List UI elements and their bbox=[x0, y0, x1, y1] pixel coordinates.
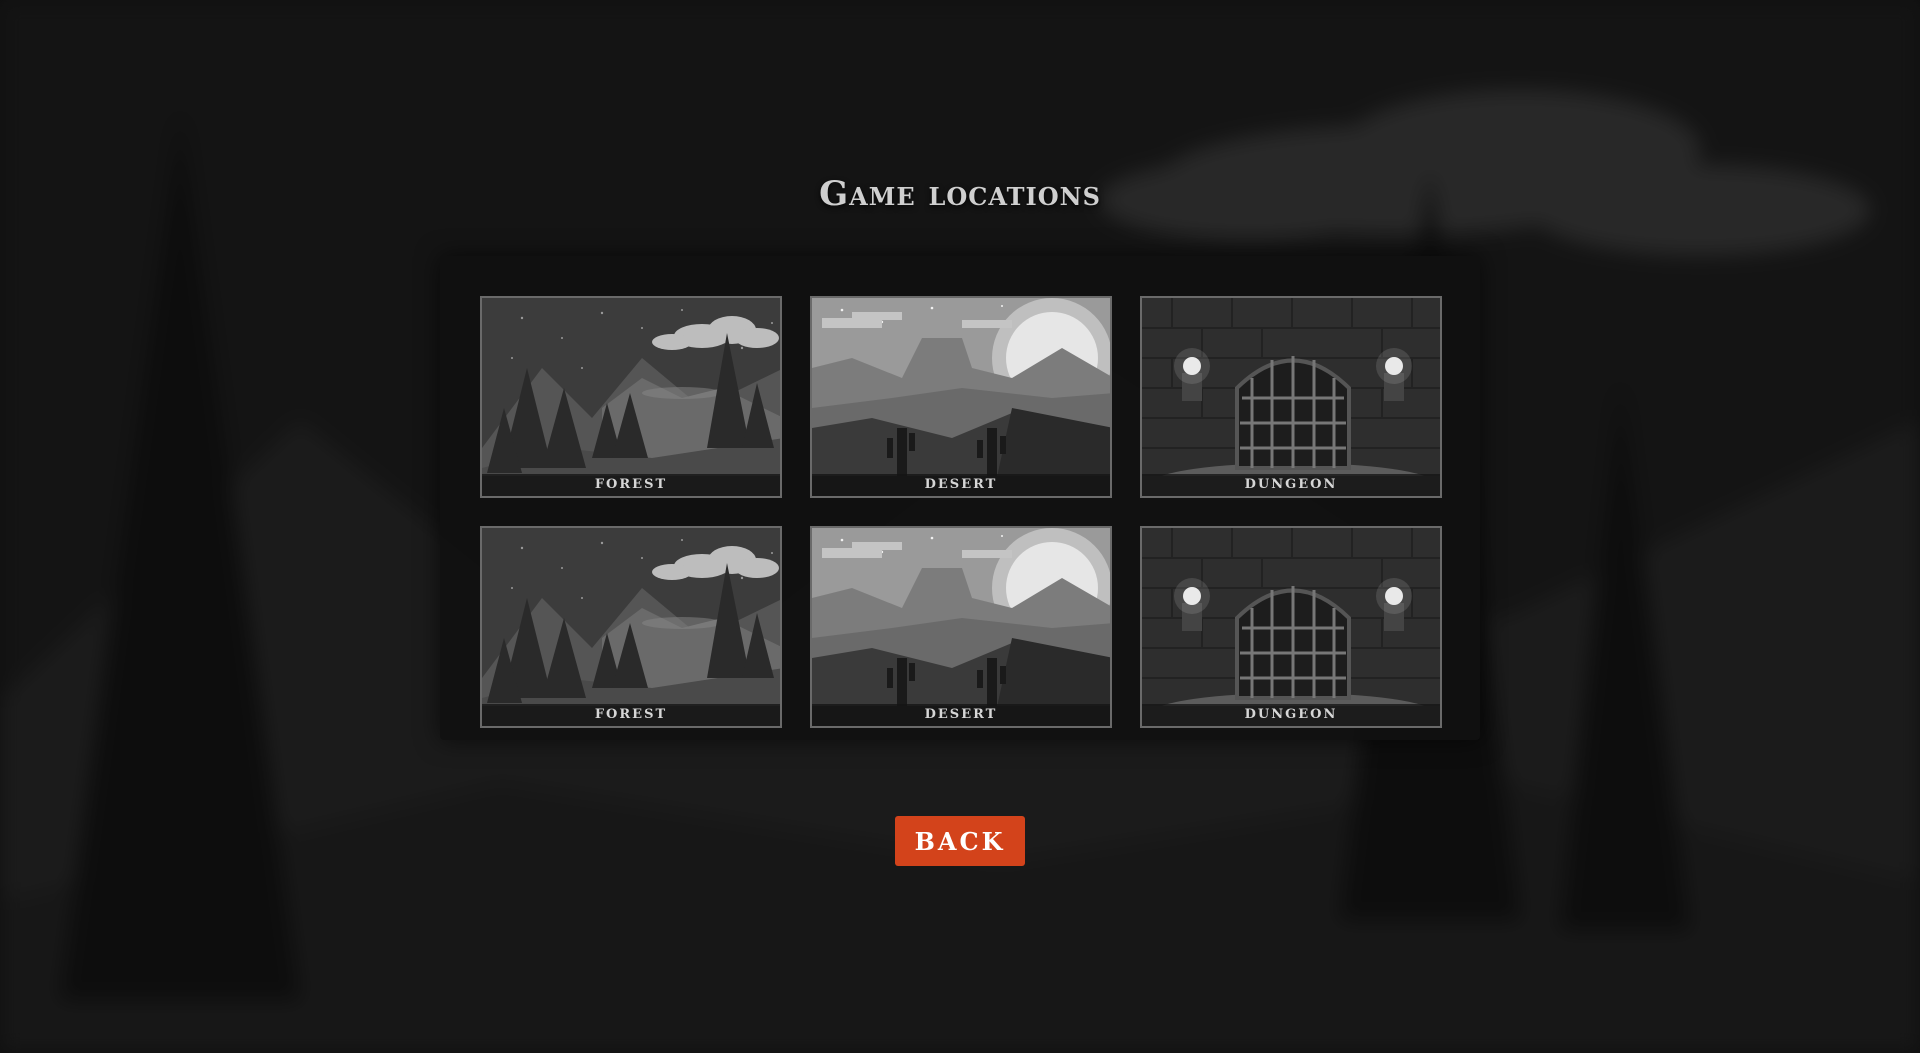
forest-scene-icon bbox=[482, 298, 782, 498]
location-label: FOREST bbox=[482, 474, 780, 496]
location-card-desert[interactable]: DESERT bbox=[810, 296, 1112, 498]
forest-scene-icon bbox=[482, 528, 782, 728]
location-card-forest[interactable]: FOREST bbox=[480, 296, 782, 498]
location-card-dungeon[interactable]: DUNGEON bbox=[1140, 296, 1442, 498]
location-card-dungeon[interactable]: DUNGEON bbox=[1140, 526, 1442, 728]
location-label: FOREST bbox=[482, 704, 780, 726]
locations-panel: FOREST DESERT DUNGEON FOREST DESERT DUNG… bbox=[440, 256, 1480, 740]
desert-scene-icon bbox=[812, 298, 1112, 498]
game-screen: Game locations FOREST DESERT DUNGEON FOR… bbox=[0, 0, 1920, 1053]
desert-scene-icon bbox=[812, 528, 1112, 728]
page-title: Game locations bbox=[819, 174, 1101, 214]
dungeon-scene-icon bbox=[1142, 298, 1442, 498]
location-label: DESERT bbox=[812, 474, 1110, 496]
location-card-forest[interactable]: FOREST bbox=[480, 526, 782, 728]
location-label: DUNGEON bbox=[1142, 704, 1440, 726]
location-label: DESERT bbox=[812, 704, 1110, 726]
location-label: DUNGEON bbox=[1142, 474, 1440, 496]
back-button[interactable]: BACK bbox=[895, 816, 1025, 866]
location-card-desert[interactable]: DESERT bbox=[810, 526, 1112, 728]
dungeon-scene-icon bbox=[1142, 528, 1442, 728]
